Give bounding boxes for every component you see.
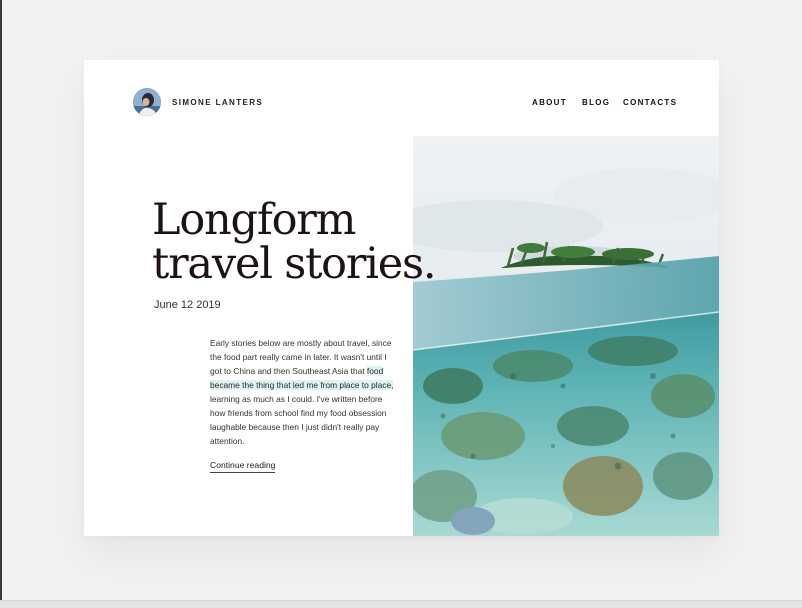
- page-title: Longform travel stories.: [152, 195, 437, 289]
- window-edge: [0, 0, 2, 600]
- title-line-2: travel stories.: [152, 239, 437, 289]
- avatar[interactable]: [133, 88, 161, 116]
- nav-about[interactable]: ABOUT: [532, 98, 567, 107]
- title-line-1: Longform: [152, 195, 356, 245]
- post-excerpt: Early stories below are mostly about tra…: [210, 336, 400, 448]
- profile-photo-icon: [133, 88, 161, 116]
- nav-contacts[interactable]: CONTACTS: [623, 98, 677, 107]
- landing-card: SIMONE LANTERS ABOUT BLOG CONTACTS Longf…: [84, 60, 719, 536]
- hero-image: [413, 136, 719, 536]
- continue-reading-link[interactable]: Continue reading: [210, 460, 276, 473]
- nav-blog[interactable]: BLOG: [582, 98, 610, 107]
- brand-name[interactable]: SIMONE LANTERS: [172, 98, 263, 107]
- excerpt-text-end: learning as much as I could. I've writte…: [210, 394, 387, 446]
- post-date: June 12 2019: [154, 299, 221, 311]
- excerpt-text-start: Early stories below are mostly about tra…: [210, 338, 392, 376]
- ocean-photo-illustration: [413, 136, 719, 536]
